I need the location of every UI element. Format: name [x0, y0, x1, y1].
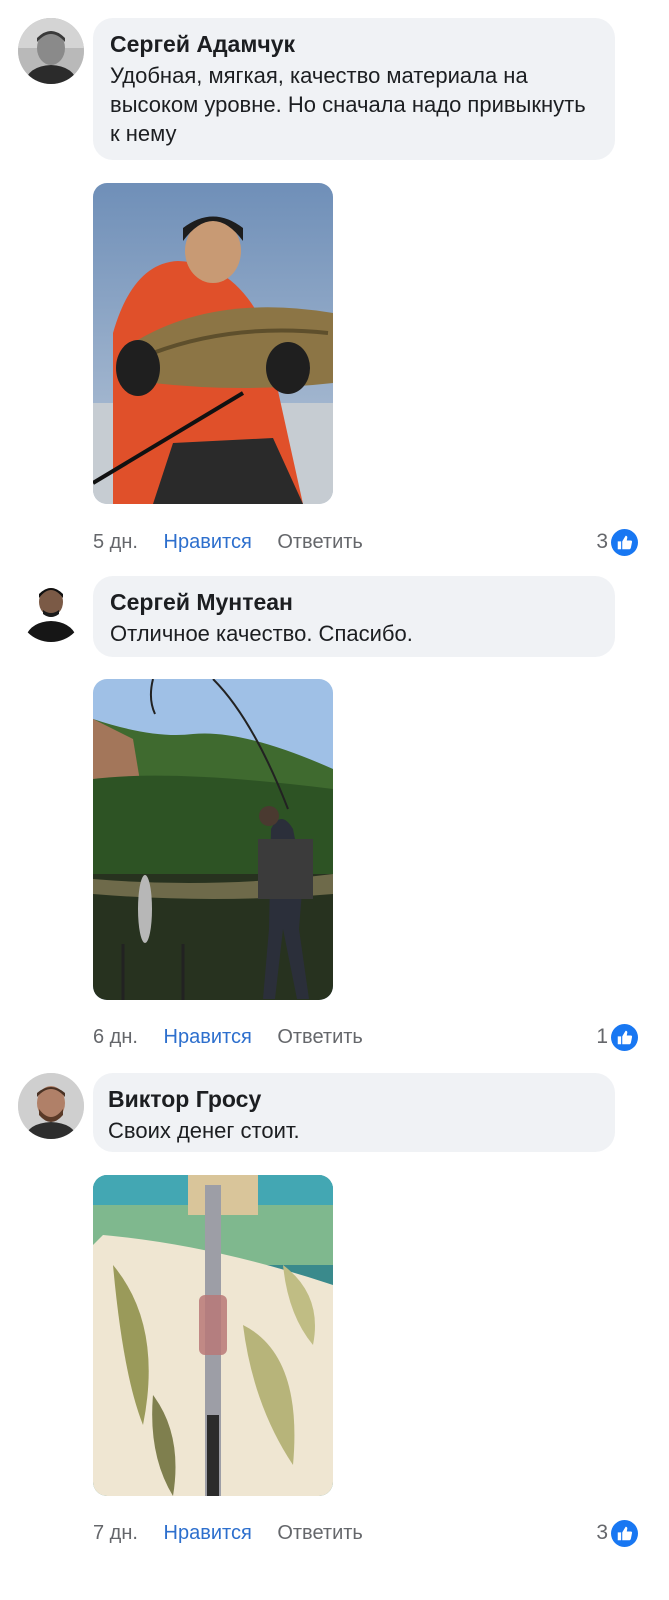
- comment-bubble: Сергей Адамчук Удобная, мягкая, качество…: [93, 18, 615, 160]
- comment-actions: 7 дн. Нравится Ответить 3: [93, 1518, 638, 1548]
- reply-button[interactable]: Ответить: [277, 527, 363, 557]
- comment-photo[interactable]: [93, 183, 333, 504]
- reply-button[interactable]: Ответить: [277, 1518, 363, 1548]
- like-thumb-icon: [611, 1023, 638, 1051]
- comment-photo[interactable]: [93, 1175, 333, 1496]
- comment-bubble: Виктор Гросу Своих денег стоит.: [93, 1073, 615, 1152]
- avatar[interactable]: [18, 576, 84, 642]
- comment-timestamp[interactable]: 5 дн.: [93, 527, 138, 557]
- comment-text: Удобная, мягкая, качество материала на в…: [110, 63, 586, 146]
- like-button[interactable]: Нравится: [164, 1518, 252, 1548]
- like-button[interactable]: Нравится: [164, 527, 252, 557]
- comment-author[interactable]: Виктор Гросу: [108, 1085, 599, 1113]
- like-thumb-icon: [611, 1519, 638, 1547]
- comment-author[interactable]: Сергей Мунтеан: [110, 588, 599, 616]
- comment-text: Отличное качество. Спасибо.: [110, 621, 413, 646]
- reactions-summary[interactable]: 3: [596, 1518, 638, 1548]
- comment-bubble: Сергей Мунтеан Отличное качество. Спасиб…: [93, 576, 615, 657]
- reactions-summary[interactable]: 3: [596, 527, 638, 557]
- like-button[interactable]: Нравится: [164, 1022, 252, 1052]
- comment-actions: 6 дн. Нравится Ответить 1: [93, 1022, 638, 1052]
- reactions-count: 1: [596, 1025, 608, 1048]
- comment-timestamp[interactable]: 6 дн.: [93, 1022, 138, 1052]
- avatar[interactable]: [18, 18, 84, 84]
- reply-button[interactable]: Ответить: [277, 1022, 363, 1052]
- comment-text: Своих денег стоит.: [108, 1118, 300, 1143]
- comment-photo[interactable]: [93, 679, 333, 1000]
- comment-actions: 5 дн. Нравится Ответить 3: [93, 527, 638, 557]
- reactions-summary[interactable]: 1: [596, 1022, 638, 1052]
- avatar[interactable]: [18, 1073, 84, 1139]
- reactions-count: 3: [596, 530, 608, 553]
- comment-author[interactable]: Сергей Адамчук: [110, 30, 599, 58]
- like-thumb-icon: [611, 528, 638, 556]
- reactions-count: 3: [596, 1521, 608, 1544]
- comment-timestamp[interactable]: 7 дн.: [93, 1518, 138, 1548]
